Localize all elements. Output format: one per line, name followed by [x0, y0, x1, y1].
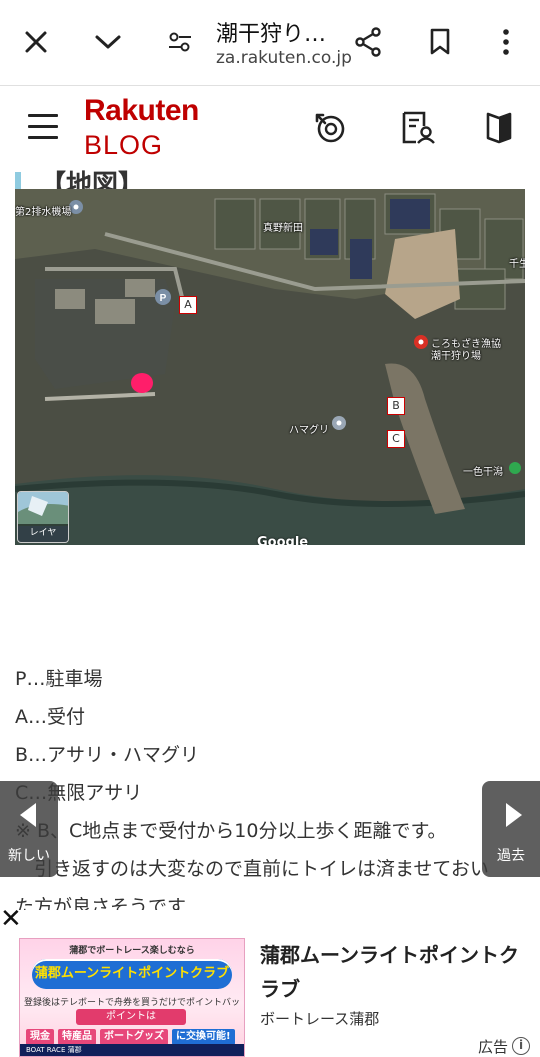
- ad-tag: 特産品: [58, 1029, 96, 1045]
- map-label-ichishiki: 一色干潟: [463, 467, 503, 478]
- more-vert-icon[interactable]: [488, 24, 524, 60]
- map-imagery: P: [15, 189, 525, 545]
- google-logo: Google: [257, 535, 309, 545]
- arrow-right-icon: [506, 803, 522, 827]
- legend-c: C…無限アサリ: [15, 782, 143, 804]
- map-label-shore: 千生: [509, 259, 525, 270]
- chevron-down-icon[interactable]: [90, 24, 126, 60]
- layer-button[interactable]: レイヤ: [17, 491, 69, 543]
- ad-title[interactable]: 蒲郡ムーンライトポイントクラブ: [260, 938, 530, 1006]
- share-icon[interactable]: [350, 24, 386, 60]
- note-line-2: 引き返すのは大変なので直前にトイレは済ませておい: [15, 858, 489, 880]
- ad-banner[interactable]: ✕ 蒲郡でボートレース楽しむなら 蒲郡ムーンライトポイントクラブ 登録後はテレボ…: [0, 906, 540, 1057]
- older-post-button[interactable]: 過去: [482, 781, 540, 877]
- ad-image-top-text: 蒲郡でボートレース楽しむなら: [69, 946, 195, 956]
- heading-accent-bar: [15, 172, 21, 190]
- close-ad-icon[interactable]: ✕: [0, 906, 24, 932]
- map-label-hamaguri: ハマグリ: [289, 425, 329, 436]
- svg-text:P: P: [160, 293, 167, 304]
- newer-post-button[interactable]: 新しい: [0, 781, 58, 877]
- rakuten-logo[interactable]: Rakuten: [84, 94, 199, 128]
- menu-icon[interactable]: [28, 114, 58, 140]
- profile-doc-icon[interactable]: [400, 110, 436, 146]
- ad-info-icon[interactable]: i: [512, 1037, 530, 1055]
- newer-post-label: 新しい: [8, 848, 50, 864]
- note-line-1: ※ B、C地点まで受付から10分以上歩く距離です。: [15, 820, 447, 842]
- marker-c: C: [387, 430, 405, 448]
- ad-image[interactable]: 蒲郡でボートレース楽しむなら 蒲郡ムーンライトポイントクラブ 登録後はテレボート…: [19, 938, 245, 1057]
- page-url[interactable]: za.rakuten.co.jp: [216, 48, 352, 68]
- ad-image-headline: 蒲郡ムーンライトポイントクラブ: [32, 959, 232, 989]
- legend-a: A…受付: [15, 706, 85, 728]
- bookmark-icon[interactable]: [422, 24, 458, 60]
- marker-a: A: [179, 296, 197, 314]
- recent-activity-icon[interactable]: [312, 110, 348, 146]
- tune-icon[interactable]: [162, 24, 198, 60]
- layer-thumbnail-icon: [18, 492, 68, 526]
- map-label-pumping-station: 第2排水機場: [15, 207, 72, 218]
- ad-image-footer: BOAT RACE 蒲郡: [20, 1044, 244, 1056]
- browser-toolbar: 潮干狩り… za.rakuten.co.jp: [0, 0, 540, 86]
- map-label-korogi-site: 潮干狩り場: [431, 351, 481, 362]
- older-post-label: 過去: [497, 848, 525, 864]
- book-icon[interactable]: [484, 110, 520, 146]
- section-heading-clipped: 【地図】: [40, 170, 145, 190]
- layer-label: レイヤ: [18, 524, 68, 542]
- ad-tag: に交換可能!: [172, 1029, 235, 1045]
- ad-tag: 現金: [26, 1029, 54, 1045]
- marker-b: B: [387, 397, 405, 415]
- ad-tag: ボートグッズ: [100, 1029, 168, 1045]
- page-title[interactable]: 潮干狩り…: [216, 16, 326, 48]
- ad-advertiser[interactable]: ボートレース蒲郡: [260, 1008, 379, 1029]
- arrow-left-icon: [20, 803, 36, 827]
- map-label-shinden: 真野新田: [263, 223, 303, 234]
- legend-p: P…駐車場: [15, 668, 103, 690]
- satellite-map[interactable]: P 第2排水機場 真野新田 千生 ころもざき漁協 潮干狩り場 ハマグリ 一色干潟…: [15, 189, 525, 545]
- legend-b: B…アサリ・ハマグリ: [15, 744, 200, 766]
- article-body: P…駐車場 A…受付 B…アサリ・ハマグリ C…無限アサリ ※ B、C地点まで受…: [15, 660, 525, 926]
- ad-image-points: ポイントは: [76, 1009, 186, 1025]
- ad-image-tags: 現金 特産品 ボートグッズ に交換可能!: [26, 1029, 235, 1045]
- ad-label: 広告: [478, 1038, 509, 1056]
- close-icon[interactable]: [18, 24, 54, 60]
